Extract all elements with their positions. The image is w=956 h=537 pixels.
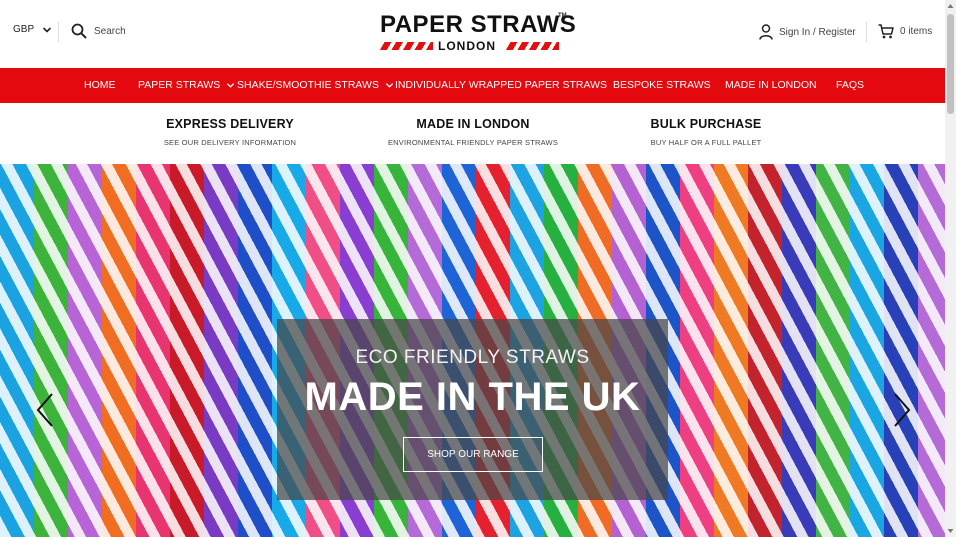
search-icon	[71, 23, 87, 39]
feature-subtitle: SEE OUR DELIVERY INFORMATION	[163, 138, 297, 147]
nav-item-label: INDIVIDUALLY WRAPPED PAPER STRAWS	[395, 79, 607, 91]
scrollbar-thumb[interactable]	[947, 14, 954, 114]
feature-subtitle: BUY HALF OR A FULL PALLET	[650, 138, 762, 147]
site-header: GBP Search PAPER STRAWS TM LONDON Sign I…	[0, 0, 945, 68]
header-divider	[866, 22, 867, 42]
nav-item-label: HOME	[84, 79, 116, 91]
cart-icon	[878, 24, 894, 39]
feature-express-delivery[interactable]: EXPRESS DELIVERY SEE OUR DELIVERY INFORM…	[120, 117, 340, 147]
chevron-down-icon	[385, 82, 394, 88]
vertical-scrollbar[interactable]	[945, 0, 956, 537]
feature-subtitle: ENVIRONMENTAL FRIENDLY PAPER STRAWS	[387, 138, 559, 147]
nav-item-label: BESPOKE STRAWS	[613, 79, 711, 91]
currency-selector[interactable]: GBP	[13, 24, 52, 35]
nav-item-label: PAPER STRAWS	[138, 79, 221, 91]
search-button[interactable]: Search	[71, 23, 126, 39]
hero-caption-box: ECO FRIENDLY STRAWS MADE IN THE UK SHOP …	[277, 319, 668, 500]
feature-title: BULK PURCHASE	[650, 117, 762, 131]
chevron-right-icon[interactable]	[890, 392, 914, 428]
logo-stripe-left	[380, 42, 433, 50]
nav-item-shake-smoothie-straws[interactable]: SHAKE/SMOOTHIE STRAWS	[237, 79, 394, 91]
logo-sub-text: LONDON	[438, 39, 496, 53]
scroll-down-icon[interactable]	[947, 527, 954, 535]
currency-label: GBP	[13, 24, 35, 35]
search-label: Search	[94, 25, 126, 37]
hero-kicker: ECO FRIENDLY STRAWS	[355, 347, 590, 368]
feature-bulk-purchase[interactable]: BULK PURCHASE BUY HALF OR A FULL PALLET	[596, 117, 816, 147]
main-nav: HOME PAPER STRAWS SHAKE/SMOOTHIE STRAWS …	[0, 68, 945, 103]
feature-title: MADE IN LONDON	[416, 117, 530, 131]
hero-slider: ECO FRIENDLY STRAWS MADE IN THE UK SHOP …	[0, 164, 945, 537]
cart-count-label: 0 items	[900, 26, 933, 37]
nav-item-paper-straws[interactable]: PAPER STRAWS	[138, 79, 235, 91]
sign-in-register-link[interactable]: Sign In / Register	[759, 24, 856, 40]
user-icon	[759, 24, 773, 40]
feature-title: EXPRESS DELIVERY	[166, 117, 294, 131]
nav-item-bespoke-straws[interactable]: BESPOKE STRAWS	[613, 79, 711, 91]
nav-item-home[interactable]: HOME	[84, 79, 116, 91]
logo-main-text: PAPER STRAWS	[380, 11, 577, 38]
site-logo[interactable]: PAPER STRAWS TM LONDON	[380, 12, 576, 54]
header-divider	[58, 22, 59, 42]
cart-link[interactable]: 0 items	[878, 24, 932, 39]
chevron-down-icon	[43, 26, 52, 33]
nav-item-faqs[interactable]: FAQS	[836, 79, 864, 91]
logo-stripe-right	[506, 42, 559, 50]
nav-item-label: SHAKE/SMOOTHIE STRAWS	[237, 79, 379, 91]
feature-made-in-london[interactable]: MADE IN LONDON ENVIRONMENTAL FRIENDLY PA…	[363, 117, 583, 147]
shop-our-range-button[interactable]: SHOP OUR RANGE	[403, 437, 543, 472]
hero-headline: MADE IN THE UK	[304, 375, 641, 419]
account-label: Sign In / Register	[779, 26, 856, 38]
chevron-left-icon[interactable]	[33, 392, 57, 428]
nav-item-individually-wrapped[interactable]: INDIVIDUALLY WRAPPED PAPER STRAWS	[395, 79, 607, 91]
chevron-down-icon	[227, 82, 235, 88]
nav-item-label: FAQS	[836, 79, 865, 91]
nav-item-label: MADE IN LONDON	[725, 79, 817, 91]
nav-item-made-in-london[interactable]: MADE IN LONDON	[725, 79, 817, 91]
scroll-up-icon[interactable]	[947, 2, 954, 10]
logo-trademark: TM	[558, 13, 567, 19]
